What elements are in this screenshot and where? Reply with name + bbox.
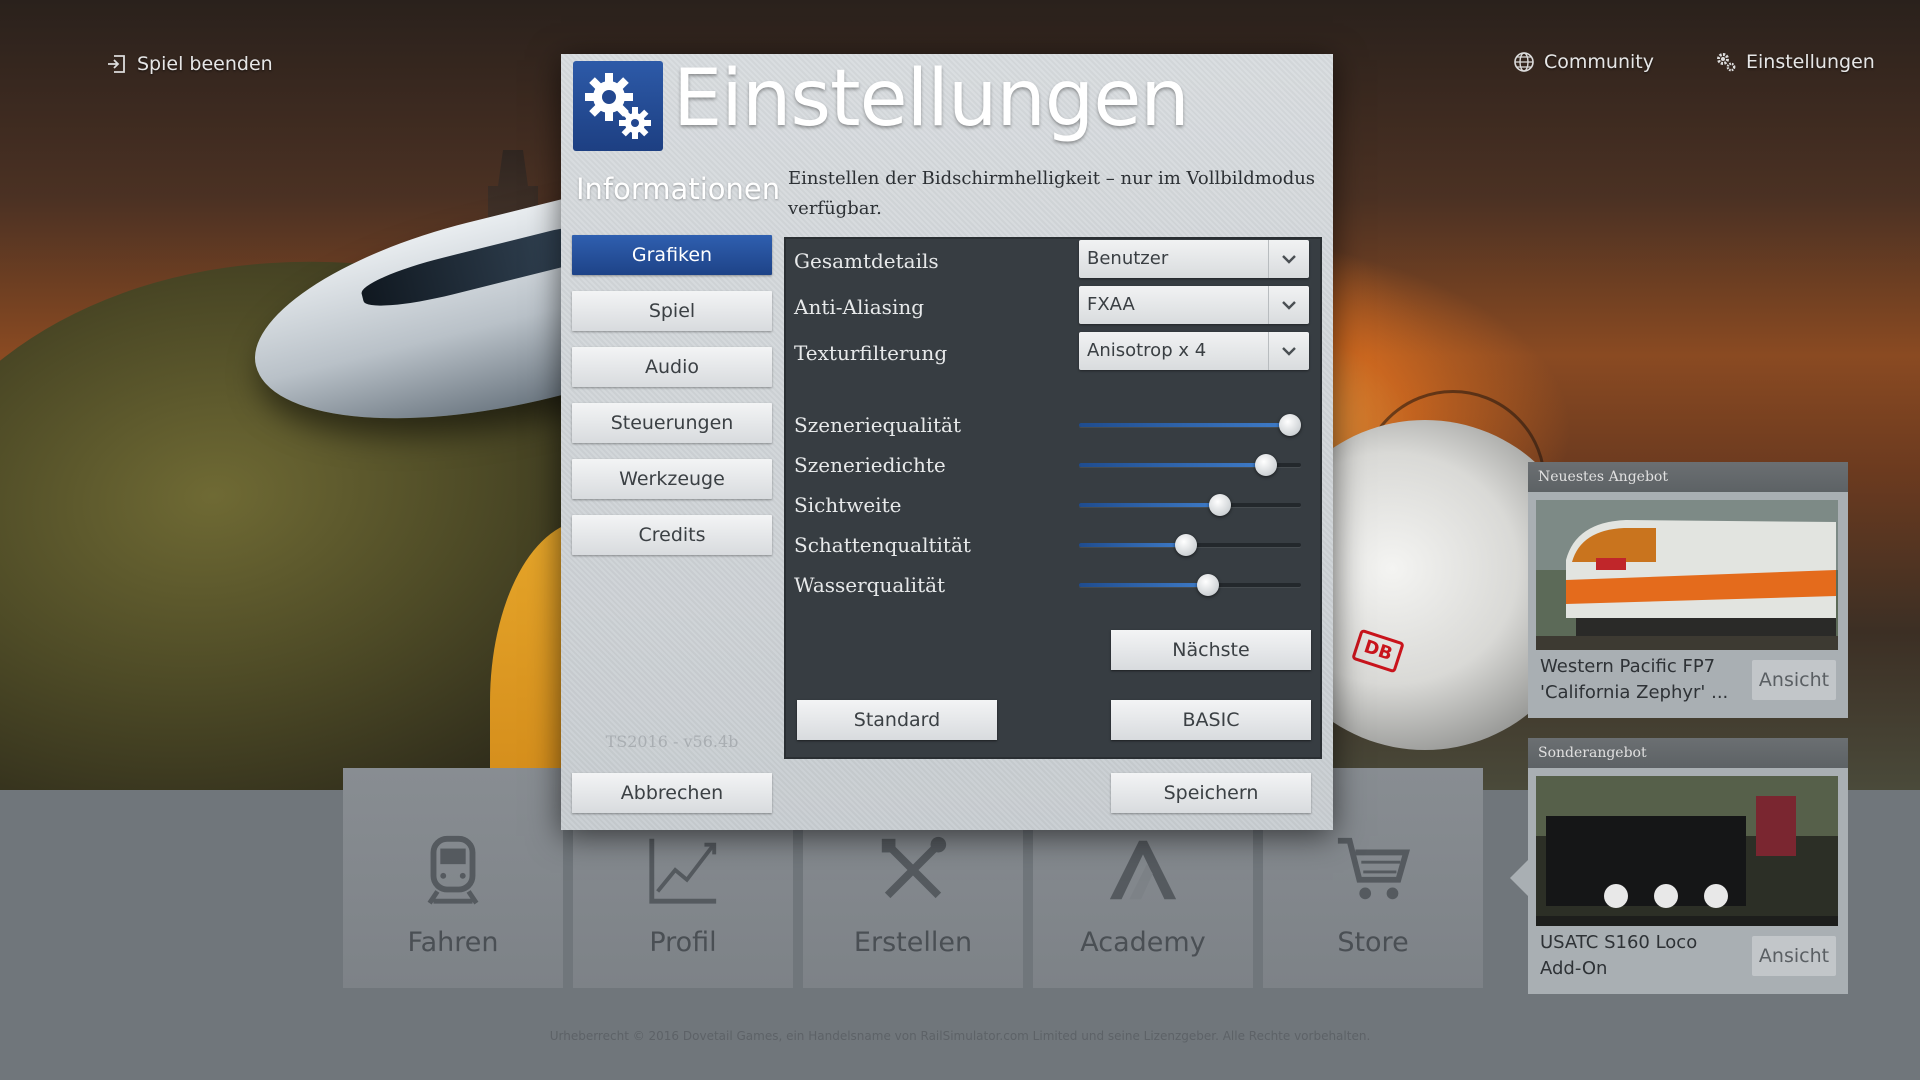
schattenqualitaet-label: Schattenqualtität [794, 533, 971, 557]
copyright-text: Urheberrecht © 2016 Dovetail Games, ein … [549, 1029, 1371, 1043]
tools-icon [881, 836, 947, 899]
slider-fill [1079, 543, 1186, 547]
szeneriedichte-slider[interactable] [1079, 454, 1301, 476]
offer-title: Western Pacific FP7 'California Zephyr' … [1540, 656, 1729, 703]
academy-icon [1109, 840, 1177, 900]
offer-body: Western Pacific FP7 'California Zephyr' … [1528, 492, 1848, 718]
sichtweite-slider[interactable] [1079, 494, 1301, 516]
slider-fill [1079, 583, 1208, 587]
tile-label: Fahren [407, 927, 499, 958]
quit-game-button[interactable]: Spiel beenden [105, 52, 273, 76]
nav-tab-credits[interactable]: Credits [572, 515, 772, 555]
default-button[interactable]: Standard [797, 700, 997, 740]
offer-pointer [1510, 860, 1528, 896]
section-title: Informationen [576, 172, 781, 206]
dialog-title: Einstellungen [673, 54, 1190, 144]
slider-fill [1079, 463, 1266, 467]
settings-dialog: Einstellungen Informationen Einstellen d… [561, 54, 1333, 830]
offer-body: USATC S160 Loco Add-On Ansicht [1528, 768, 1848, 994]
slider-knob[interactable] [1175, 534, 1197, 556]
next-button[interactable]: Nächste [1111, 630, 1311, 670]
offer-view-button[interactable]: Ansicht [1752, 660, 1836, 700]
szeneriequalitaet-slider[interactable] [1079, 414, 1301, 436]
quit-game-label: Spiel beenden [137, 53, 273, 75]
select-value: FXAA [1087, 294, 1135, 315]
offer-view-button[interactable]: Ansicht [1752, 936, 1836, 976]
nav-tab-steuerungen[interactable]: Steuerungen [572, 403, 772, 443]
gear-icon [1717, 53, 1736, 72]
slider-fill [1079, 503, 1220, 507]
nav-tab-spiel[interactable]: Spiel [572, 291, 772, 331]
wasserqualitaet-slider[interactable] [1079, 574, 1301, 596]
offer-heading: Sonderangebot [1528, 738, 1848, 768]
nav-tab-werkzeuge[interactable]: Werkzeuge [572, 459, 772, 499]
nav-tab-grafiken[interactable]: Grafiken [572, 235, 772, 275]
tile-label: Erstellen [853, 927, 973, 958]
settings-button[interactable]: Einstellungen [1714, 50, 1875, 74]
offer-newest: Neuestes Angebot Western Pacific FP7 'Ca… [1528, 462, 1848, 718]
train-window [357, 225, 581, 316]
chevron-down-icon [1268, 286, 1309, 324]
texturfilterung-select[interactable]: Anisotrop x 4 [1079, 332, 1309, 370]
select-value: Anisotrop x 4 [1087, 340, 1207, 361]
section-description: Einstellen der Bidschirmhelligkeit – nur… [788, 168, 1316, 219]
save-button[interactable]: Speichern [1111, 773, 1311, 813]
cart-icon [1337, 837, 1411, 900]
version-label: TS2016 - v56.4b [605, 732, 739, 751]
select-value: Benutzer [1087, 248, 1169, 269]
tile-label: Academy [1080, 927, 1206, 958]
gesamtdetails-select[interactable]: Benutzer [1079, 240, 1309, 278]
cancel-button[interactable]: Abbrechen [572, 773, 772, 813]
chart-icon [649, 838, 717, 904]
slider-knob[interactable] [1209, 494, 1231, 516]
anti-aliasing-label: Anti-Aliasing [794, 295, 925, 319]
settings-label: Einstellungen [1746, 51, 1875, 73]
slider-knob[interactable] [1197, 574, 1219, 596]
offer-special: Sonderangebot USATC S160 Loco Add-On Ans… [1528, 738, 1848, 994]
szeneriedichte-label: Szeneriedichte [794, 453, 946, 477]
tile-label: Store [1337, 927, 1409, 958]
wasserqualitaet-label: Wasserqualität [794, 573, 946, 597]
db-logo: DB [1351, 628, 1405, 674]
community-button[interactable]: Community [1512, 50, 1654, 74]
settings-gears-icon [573, 61, 663, 151]
community-label: Community [1544, 51, 1654, 73]
schattenqualitaet-slider[interactable] [1079, 534, 1301, 556]
slider-fill [1079, 423, 1290, 427]
offer-heading: Neuestes Angebot [1528, 462, 1848, 492]
anti-aliasing-select[interactable]: FXAA [1079, 286, 1309, 324]
globe-icon [1514, 52, 1534, 72]
sichtweite-label: Sichtweite [794, 493, 902, 517]
basic-button[interactable]: BASIC [1111, 700, 1311, 740]
tile-label: Profil [649, 927, 717, 958]
nav-tab-audio[interactable]: Audio [572, 347, 772, 387]
exit-icon [108, 55, 125, 73]
slider-knob[interactable] [1255, 454, 1277, 476]
offer-title: USATC S160 Loco Add-On [1540, 932, 1698, 979]
chevron-down-icon [1268, 240, 1309, 278]
offer-image-locomotive[interactable] [1536, 500, 1838, 650]
slider-knob[interactable] [1279, 414, 1301, 436]
texturfilterung-label: Texturfilterung [794, 341, 948, 365]
train-icon [427, 835, 479, 905]
graphics-settings-panel: Gesamtdetails Benutzer Anti-Aliasing FXA… [784, 237, 1322, 759]
tile-fahren[interactable]: Fahren [343, 768, 563, 988]
szeneriequalitaet-label: Szeneriequalität [794, 413, 961, 437]
offer-image-steam-locomotive[interactable] [1536, 776, 1838, 926]
chevron-down-icon [1268, 332, 1309, 370]
gesamtdetails-label: Gesamtdetails [794, 249, 939, 273]
